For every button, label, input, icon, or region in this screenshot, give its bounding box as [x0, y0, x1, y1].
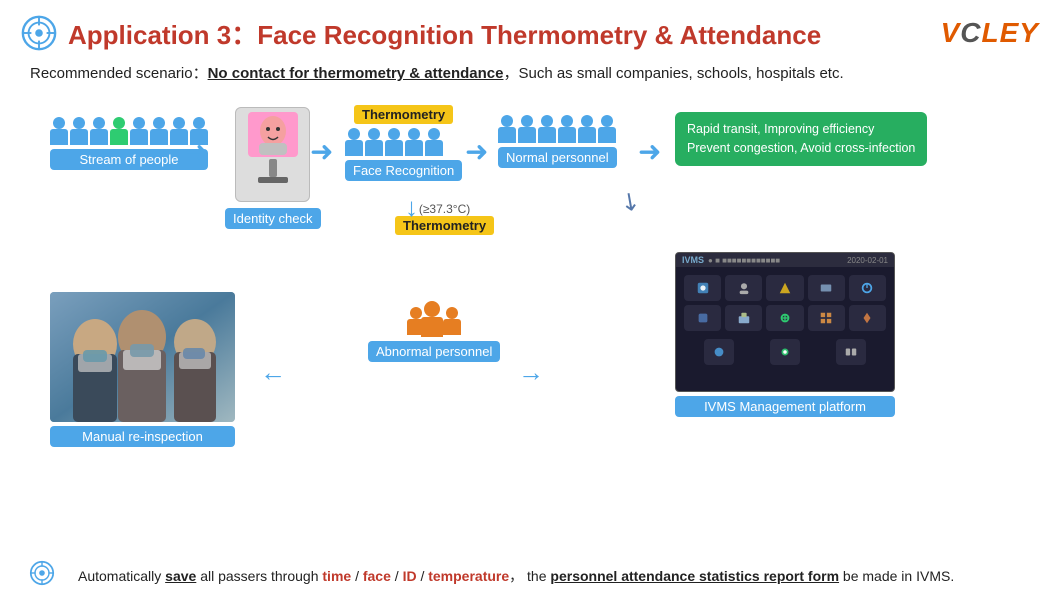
- ivms-icon: [860, 311, 874, 325]
- green-box-content: Rapid transit, Improving efficiency Prev…: [675, 112, 927, 166]
- person-icon: [405, 128, 423, 156]
- device-illustration: [235, 107, 310, 202]
- ivms-bottom-cell: [836, 339, 866, 365]
- abnormal-person-icon-3: [443, 307, 461, 337]
- ivms-subtitle: ● ■ ■■■■■■■■■■■■: [708, 256, 780, 265]
- person-icon: [130, 117, 148, 145]
- scenario-highlight: No contact for thermometry & attendance: [208, 65, 504, 82]
- logo-c: C: [960, 17, 981, 48]
- ivms-icon: [819, 311, 833, 325]
- ivms-cell: [808, 275, 845, 301]
- ivms-date: 2020-02-01: [847, 256, 888, 265]
- scenario-rest: ，Such as small companies, schools, hospi…: [503, 65, 843, 82]
- person-icon: [538, 115, 556, 143]
- ivms-icon: [712, 345, 726, 359]
- person-icon: [50, 117, 68, 145]
- manual-label: Manual re-inspection: [50, 426, 235, 447]
- logo: VCLEY: [941, 17, 1039, 49]
- identity-label: Identity check: [225, 208, 321, 229]
- abnormal-label: Abnormal personnel: [368, 341, 500, 362]
- abnormal-group: Abnormal personnel: [368, 307, 500, 362]
- arrow-3: ➜: [465, 135, 488, 168]
- ivms-icon: [860, 281, 874, 295]
- arrow-4: ➜: [638, 135, 661, 168]
- person-icon: [150, 117, 168, 145]
- person-icon: [385, 128, 403, 156]
- target-icon: [20, 14, 58, 52]
- ivms-cell: [725, 305, 762, 331]
- temp-label: (≥37.3°C): [419, 202, 470, 216]
- ivms-icon: [778, 281, 792, 295]
- ivms-icon: [737, 311, 751, 325]
- ivms-icon: [778, 345, 792, 359]
- person-icon: [425, 128, 443, 156]
- ivms-icon: [844, 345, 858, 359]
- header-left: Application 3：Face Recognition Thermomet…: [20, 14, 821, 52]
- ivms-cell: [849, 305, 886, 331]
- ivms-bottom-row: [676, 339, 894, 371]
- right-arrow-ivms: →: [518, 357, 544, 388]
- content-area: Stream of people ➜: [20, 97, 1039, 587]
- logo-ley: LEY: [982, 17, 1039, 48]
- photo-placeholder: [50, 292, 235, 422]
- down-arrow-thermo: ↓: [405, 192, 418, 223]
- person-icon: [498, 115, 516, 143]
- ivms-cell: [684, 275, 721, 301]
- header: Application 3：Face Recognition Thermomet…: [20, 14, 1039, 52]
- ivms-icon: [778, 311, 792, 325]
- device-base: [258, 177, 288, 183]
- ivms-cell: [725, 275, 762, 301]
- thermometry-badge-top: Thermometry: [354, 105, 453, 124]
- ivms-icon: [696, 311, 710, 325]
- ivms-cell: [766, 305, 803, 331]
- ivms-label: IVMS Management platform: [675, 396, 895, 417]
- ivms-bottom-cell: [770, 339, 800, 365]
- ivms-title-text: IVMS: [682, 255, 704, 265]
- ivms-icon-grid: [676, 267, 894, 339]
- normal-label: Normal personnel: [498, 147, 617, 168]
- person-icon: [365, 128, 383, 156]
- scenario-line: Recommended scenario：No contact for ther…: [30, 62, 1039, 83]
- ivms-cell: [684, 305, 721, 331]
- person-icon: [558, 115, 576, 143]
- ivms-bottom-cell: [704, 339, 734, 365]
- ivms-titlebar: IVMS ● ■ ■■■■■■■■■■■■ 2020-02-01: [676, 253, 894, 267]
- ivms-cell: [808, 305, 845, 331]
- device-stand: [269, 159, 277, 177]
- person-icon: [70, 117, 88, 145]
- manual-group: Manual re-inspection: [50, 292, 235, 447]
- green-result-box: Rapid transit, Improving efficiency Prev…: [675, 112, 927, 166]
- ivms-cell: [849, 275, 886, 301]
- identity-check-group: Identity check: [225, 107, 321, 229]
- green-line2: Prevent congestion, Avoid cross-infectio…: [687, 139, 915, 158]
- header-title: Application 3：Face Recognition Thermomet…: [68, 15, 821, 52]
- green-line1: Rapid transit, Improving efficiency: [687, 120, 915, 139]
- diagonal-arrow: ↘: [614, 184, 647, 219]
- person-icon: [518, 115, 536, 143]
- scenario-label: Recommended scenario：: [30, 65, 208, 82]
- ivms-icon: [696, 281, 710, 295]
- page: Application 3：Face Recognition Thermomet…: [0, 0, 1059, 589]
- person-icon: [578, 115, 596, 143]
- ivms-group: IVMS ● ■ ■■■■■■■■■■■■ 2020-02-01: [675, 252, 895, 417]
- person-icon: [90, 117, 108, 145]
- person-icon: [110, 117, 128, 145]
- face-icon: [254, 115, 292, 155]
- arrow-1: ➜: [185, 135, 208, 168]
- ivms-icon: [737, 281, 751, 295]
- abnormal-person-icon-2: [421, 301, 443, 337]
- face-recognition-group: Thermometry Face Recognition: [345, 105, 462, 181]
- ivms-cell: [766, 275, 803, 301]
- normal-group: Normal personnel: [498, 115, 617, 168]
- face-recognition-label: Face Recognition: [345, 160, 462, 181]
- arrow-2: ➜: [310, 135, 333, 168]
- left-arrow-manual: ←: [260, 357, 286, 388]
- photo-illustration: [50, 292, 235, 422]
- logo-v: V: [941, 17, 961, 48]
- person-icon: [345, 128, 363, 156]
- ivms-icon: [819, 281, 833, 295]
- person-icon: [598, 115, 616, 143]
- ivms-display: IVMS ● ■ ■■■■■■■■■■■■ 2020-02-01: [675, 252, 895, 392]
- device-screen: [248, 112, 298, 157]
